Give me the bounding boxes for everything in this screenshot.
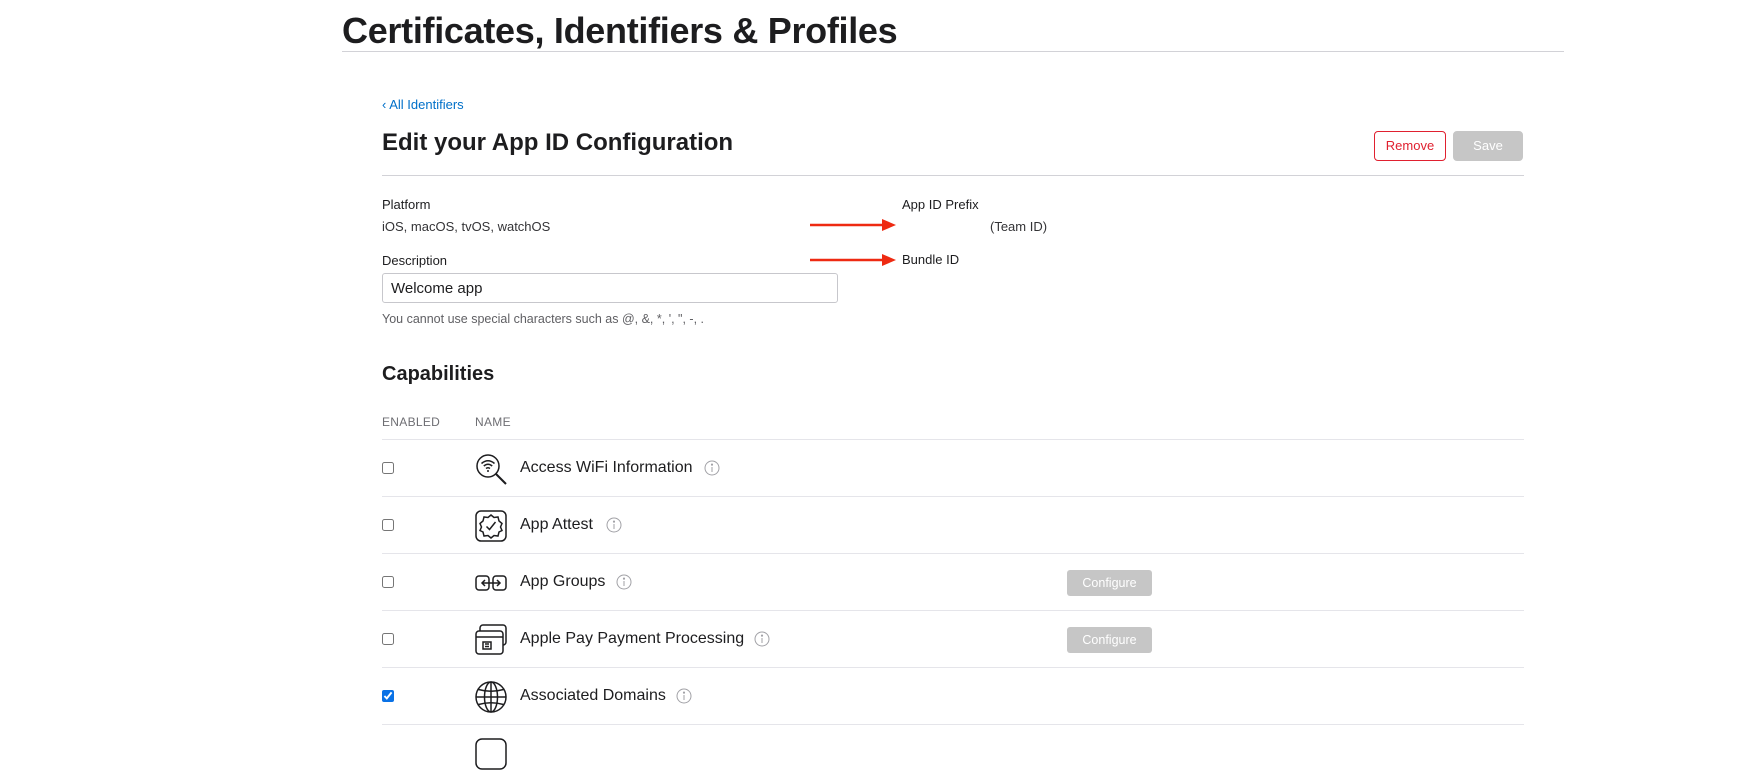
capability-checkbox[interactable] bbox=[382, 633, 394, 645]
capability-row-access-wifi: Access WiFi Information bbox=[382, 439, 1524, 497]
wifi-search-icon bbox=[476, 454, 507, 485]
capability-name: Associated Domains bbox=[520, 687, 666, 704]
app-groups-icon bbox=[475, 575, 507, 591]
remove-button[interactable]: Remove bbox=[1374, 131, 1446, 161]
capability-row-app-groups: App Groups Configure bbox=[382, 553, 1524, 611]
capability-checkbox[interactable] bbox=[382, 690, 394, 702]
all-identifiers-link[interactable]: ‹ All Identifiers bbox=[382, 96, 464, 114]
info-icon[interactable] bbox=[704, 460, 720, 476]
configure-button[interactable]: Configure bbox=[1067, 570, 1152, 596]
capabilities-title: Capabilities bbox=[382, 363, 495, 385]
badge-check-icon bbox=[475, 510, 507, 542]
capability-row-app-attest: App Attest bbox=[382, 496, 1524, 554]
configure-button[interactable]: Configure bbox=[1067, 627, 1152, 653]
app-id-prefix-label: App ID Prefix bbox=[902, 197, 979, 212]
capability-name: App Groups bbox=[520, 573, 606, 590]
capability-row-partial bbox=[382, 724, 1524, 782]
bundle-id-label: Bundle ID bbox=[902, 252, 960, 267]
info-icon[interactable] bbox=[754, 631, 770, 647]
red-arrow-icon bbox=[810, 219, 896, 231]
globe-icon bbox=[475, 681, 507, 713]
capability-row-apple-pay: Apple Pay Payment Processing Configure bbox=[382, 610, 1524, 668]
capability-icon bbox=[475, 738, 507, 770]
enabled-column-header: ENABLED bbox=[382, 415, 441, 429]
description-hint: You cannot use special characters such a… bbox=[382, 312, 704, 326]
credit-card-icon bbox=[475, 624, 507, 655]
red-arrow-icon bbox=[810, 254, 896, 266]
name-column-header: NAME bbox=[475, 415, 511, 429]
capability-checkbox[interactable] bbox=[382, 576, 394, 588]
save-button[interactable]: Save bbox=[1453, 131, 1523, 161]
capability-name: Access WiFi Information bbox=[520, 459, 693, 476]
platform-label: Platform bbox=[382, 197, 431, 212]
platform-value: iOS, macOS, tvOS, watchOS bbox=[382, 219, 551, 234]
title-divider bbox=[342, 51, 1564, 52]
capability-row-associated-domains: Associated Domains bbox=[382, 667, 1524, 725]
app-id-prefix-value: (Team ID) bbox=[990, 219, 1048, 234]
capability-name: App Attest bbox=[520, 516, 593, 533]
info-icon[interactable] bbox=[616, 574, 632, 590]
description-field[interactable] bbox=[382, 273, 838, 303]
capability-checkbox[interactable] bbox=[382, 462, 394, 474]
info-icon[interactable] bbox=[606, 517, 622, 533]
capability-checkbox[interactable] bbox=[382, 519, 394, 531]
page-title: Certificates, Identifiers & Profiles bbox=[342, 10, 898, 51]
description-label: Description bbox=[382, 253, 448, 268]
capability-name: Apple Pay Payment Processing bbox=[520, 630, 745, 647]
info-icon[interactable] bbox=[676, 688, 692, 704]
header-divider bbox=[382, 175, 1524, 176]
section-title: Edit your App ID Configuration bbox=[382, 129, 734, 156]
